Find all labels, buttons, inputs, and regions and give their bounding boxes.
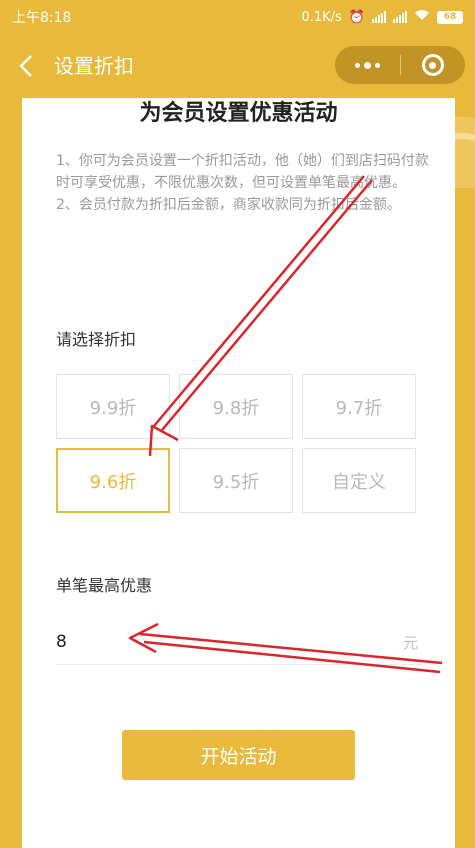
more-button[interactable] <box>335 46 400 84</box>
description-line-2: 2、会员付款为折扣后金额，商家收款同为折扣后金额。 <box>56 197 401 213</box>
description-line-1: 1、你可为会员设置一个折扣活动，他（她）们到店扫码付款时可享受优惠，不限优惠次数… <box>56 153 429 191</box>
discount-option-9-9[interactable]: 9.9折 <box>56 374 170 439</box>
max-discount-input[interactable] <box>56 624 421 660</box>
status-time: 上午8:18 <box>12 10 72 26</box>
status-icons: 0.1K/s ⏰ 68 <box>301 9 463 25</box>
start-activity-button[interactable]: 开始活动 <box>122 730 355 780</box>
input-underline <box>56 664 422 665</box>
status-bar: 上午8:18 0.1K/s ⏰ 68 <box>0 0 475 34</box>
signal-icon <box>372 11 386 23</box>
wifi-icon <box>414 9 430 25</box>
target-close-icon <box>421 54 444 76</box>
nav-bar: 设置折扣 <box>0 34 475 98</box>
discount-option-9-6[interactable]: 9.6折 <box>56 448 170 513</box>
alarm-icon: ⏰ <box>348 9 365 25</box>
nav-title: 设置折扣 <box>54 54 134 78</box>
battery-icon: 68 <box>437 10 463 24</box>
discount-option-9-5[interactable]: 9.5折 <box>179 448 293 513</box>
back-icon[interactable] <box>14 52 38 80</box>
signal-icon-2 <box>393 11 407 23</box>
close-mini-program-button[interactable] <box>401 46 466 84</box>
currency-unit: 元 <box>403 634 419 652</box>
discount-option-9-8[interactable]: 9.8折 <box>179 374 293 439</box>
page-title: 为会员设置优惠活动 <box>139 101 338 126</box>
discount-option-9-7[interactable]: 9.7折 <box>302 374 416 439</box>
max-discount-label: 单笔最高优惠 <box>56 576 153 595</box>
activity-card: 为会员设置优惠活动 1、你可为会员设置一个折扣活动，他（她）们到店扫码付款时可享… <box>22 98 455 848</box>
network-speed: 0.1K/s <box>301 9 342 25</box>
mini-program-capsule <box>335 46 465 84</box>
discount-label: 请选择折扣 <box>56 330 137 349</box>
more-dots-icon <box>354 61 380 69</box>
discount-option-custom[interactable]: 自定义 <box>302 448 416 513</box>
description: 1、你可为会员设置一个折扣活动，他（她）们到店扫码付款时可享受优惠，不限优惠次数… <box>56 150 430 216</box>
